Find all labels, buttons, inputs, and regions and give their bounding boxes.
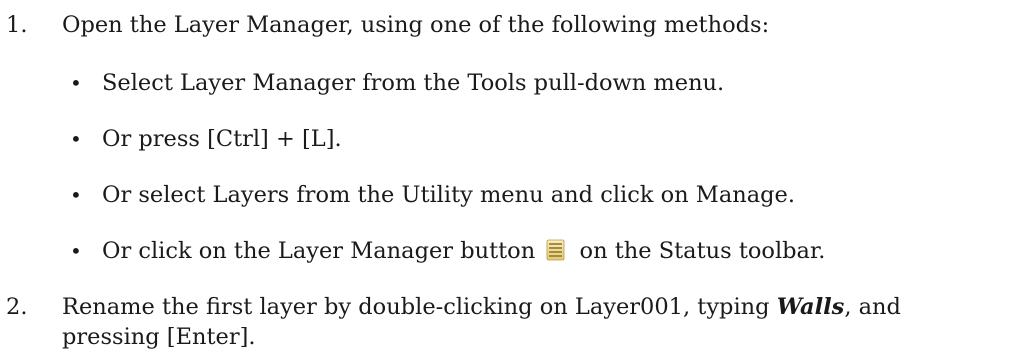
step-number: 2. [6,294,28,320]
step-number: 1. [6,12,28,38]
bullet-text: Select Layer Manager from the Tools pull… [102,70,725,96]
bullet-text: Or press [Ctrl] + [L]. [102,126,342,152]
bullet-text: Or select Layers from the Utility menu a… [102,182,796,208]
step-text: Open the Layer Manager, using one of the… [62,12,770,38]
bullet-dot: • [70,183,82,207]
bullet-dot: • [70,127,82,151]
layer-manager-icon [544,239,568,269]
step-text: Rename the first layer by double-clickin… [62,292,992,352]
bullet-text-after: on the Status toolbar. [579,238,826,264]
bullet-dot: • [70,239,82,263]
instruction-document: 1. Open the Layer Manager, using one of … [0,0,1013,358]
emphasis-walls: Walls [776,294,845,320]
step-text-before: Rename the first layer by double-clickin… [62,294,770,320]
bullet-text: Or click on the Layer Manager button on … [102,236,825,269]
bullet-text-before: Or click on the Layer Manager button [102,238,536,264]
bullet-dot: • [70,71,82,95]
